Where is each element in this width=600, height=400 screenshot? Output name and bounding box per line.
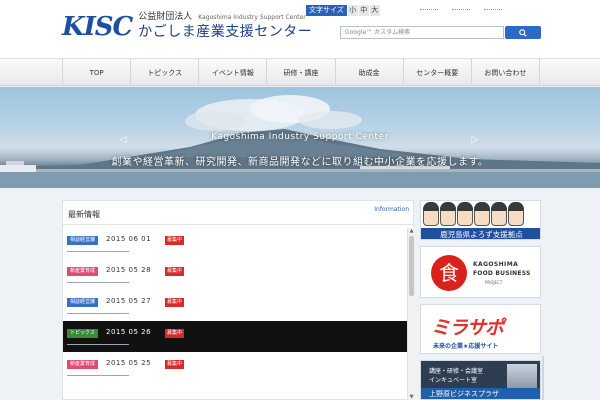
page: KISC 公益財団法人 Kagoshima Industry Support C… bbox=[0, 0, 600, 400]
top-links bbox=[420, 4, 502, 10]
scroll-down-icon[interactable]: ▼ bbox=[408, 394, 415, 400]
font-size-large-button[interactable]: 大 bbox=[369, 5, 380, 16]
search-button[interactable] bbox=[505, 26, 541, 39]
nav-item-grants[interactable]: 助成金 bbox=[334, 59, 403, 86]
news-badge: 募集中 bbox=[165, 267, 185, 276]
hero-title-jp: 創業や経営革新、研究開発、新商品開発などに取り組む中小企業を応援します。 bbox=[111, 157, 489, 168]
sidebar: 鹿児島県よろず支援拠点 食 KAGOSHIMA FOOD BUSINESS PR… bbox=[420, 200, 541, 400]
nav-item-topics[interactable]: トピックス bbox=[130, 59, 198, 86]
global-nav: TOP トピックス イベント情報 研修・講座 助成金 センター概要 お問い合わせ bbox=[0, 58, 600, 86]
news-badge: 募集中 bbox=[165, 298, 185, 307]
news-date: 2015 05 28 bbox=[106, 266, 152, 274]
news-item[interactable]: トピックス 2015 05 26 募集中 bbox=[63, 321, 407, 352]
news-badge: 募集中 bbox=[165, 329, 185, 338]
news-date: 2015 05 26 bbox=[106, 328, 152, 336]
business-plaza-banner[interactable]: 講座・研修・会議室 インキュベート室 上野原ビジネスプラザ bbox=[420, 360, 541, 400]
news-link-line[interactable] bbox=[67, 312, 129, 314]
building-image bbox=[507, 364, 537, 388]
sidebar-scroll-indicator bbox=[542, 356, 544, 400]
yorozu-label: 鹿児島県よろず支援拠点 bbox=[421, 228, 540, 239]
face-icon bbox=[508, 202, 524, 226]
header: KISC 公益財団法人 Kagoshima Industry Support C… bbox=[0, 0, 600, 58]
top-link[interactable] bbox=[452, 4, 470, 10]
plaza-name: 上野原ビジネスプラザ bbox=[421, 388, 540, 399]
scroll-up-icon[interactable]: ▲ bbox=[408, 228, 415, 235]
food-banner-line1: KAGOSHIMA bbox=[473, 261, 519, 268]
news-item[interactable]: 新産業育成 2015 05 28 募集中 bbox=[63, 259, 407, 290]
news-item[interactable]: 相談経営課 2015 06 01 募集中 bbox=[63, 228, 407, 259]
plaza-line2: インキュベート室 bbox=[429, 377, 478, 384]
logo-text: 公益財団法人 Kagoshima Industry Support Center… bbox=[138, 12, 312, 41]
face-icon bbox=[457, 202, 473, 226]
news-category: 相談経営課 bbox=[67, 298, 99, 307]
news-link-line[interactable] bbox=[67, 374, 129, 376]
nav-item-about[interactable]: センター概要 bbox=[402, 59, 471, 86]
staff-faces-illustration bbox=[423, 202, 524, 228]
font-size-switcher: 文字サイズ 小 中 大 bbox=[306, 5, 380, 16]
news-list: 相談経営課 2015 06 01 募集中 新産業育成 2015 05 28 募集… bbox=[63, 228, 407, 400]
mirasapo-subtitle: 未来の企業★応援サイト bbox=[433, 343, 499, 350]
news-item[interactable]: 相談経営課 2015 05 27 募集中 bbox=[63, 290, 407, 321]
news-scrollbar[interactable]: ▲ ▼ bbox=[407, 228, 414, 400]
news-link-line[interactable] bbox=[67, 343, 129, 345]
news-badge: 募集中 bbox=[165, 360, 185, 369]
face-icon bbox=[474, 202, 490, 226]
nav-item-contact[interactable]: お問い合わせ bbox=[470, 59, 540, 86]
top-link[interactable] bbox=[484, 4, 502, 10]
face-icon bbox=[491, 202, 507, 226]
food-logo-icon: 食 bbox=[431, 255, 467, 291]
face-icon bbox=[423, 202, 439, 226]
nav-item-top[interactable]: TOP bbox=[62, 59, 130, 86]
hero-banner: ◁ ▷ Kagoshima Industry Support Center 創業… bbox=[0, 87, 600, 188]
food-business-banner[interactable]: 食 KAGOSHIMA FOOD BUSINESS PROJECT bbox=[420, 246, 541, 298]
nav-item-events[interactable]: イベント情報 bbox=[198, 59, 266, 86]
nav-list: TOP トピックス イベント情報 研修・講座 助成金 センター概要 お問い合わせ bbox=[62, 59, 540, 86]
logo-jp: かごしま産業支援センター bbox=[138, 24, 313, 40]
site-logo[interactable]: KISC 公益財団法人 Kagoshima Industry Support C… bbox=[62, 12, 312, 46]
plaza-line1: 講座・研修・会議室 bbox=[429, 368, 484, 375]
news-panel: 最新情報 Information 相談経営課 2015 06 01 募集中 新産… bbox=[62, 200, 415, 400]
scroll-thumb[interactable] bbox=[409, 236, 414, 296]
font-size-label: 文字サイズ bbox=[306, 5, 347, 16]
top-link[interactable] bbox=[420, 4, 438, 10]
nav-item-training[interactable]: 研修・講座 bbox=[266, 59, 334, 86]
food-banner-line2: FOOD BUSINESS bbox=[473, 270, 531, 277]
hero-title-en: Kagoshima Industry Support Center bbox=[211, 132, 389, 142]
news-date: 2015 06 01 bbox=[106, 235, 152, 243]
news-category: 新産業育成 bbox=[67, 267, 99, 276]
news-category: 新産業育成 bbox=[67, 360, 99, 369]
logo-mark: KISC bbox=[62, 12, 133, 42]
search-input[interactable]: Google™ カスタム検索 bbox=[340, 26, 504, 39]
font-size-small-button[interactable]: 小 bbox=[347, 5, 358, 16]
font-size-medium-button[interactable]: 中 bbox=[358, 5, 369, 16]
news-badge: 募集中 bbox=[165, 236, 185, 245]
logo-corp: 公益財団法人 bbox=[138, 12, 193, 22]
mirasapo-title: ミラサポ bbox=[431, 317, 504, 339]
news-link-line[interactable] bbox=[67, 250, 129, 252]
news-title: 最新情報 bbox=[68, 210, 100, 219]
logo-sub: 公益財団法人 Kagoshima Industry Support Center bbox=[138, 12, 312, 23]
news-category: トピックス bbox=[67, 329, 98, 338]
mirasapo-banner[interactable]: ミラサポ 未来の企業★応援サイト bbox=[420, 304, 541, 354]
face-icon bbox=[440, 202, 456, 226]
yorozu-banner[interactable]: 鹿児島県よろず支援拠点 bbox=[420, 200, 541, 240]
news-link-line[interactable] bbox=[67, 281, 129, 283]
news-more-link[interactable]: Information bbox=[374, 206, 409, 213]
news-item[interactable]: 新産業育成 2015 05 25 募集中 bbox=[63, 352, 407, 383]
logo-en: Kagoshima Industry Support Center bbox=[198, 14, 306, 21]
news-date: 2015 05 27 bbox=[106, 297, 152, 305]
news-category: 相談経営課 bbox=[67, 236, 99, 245]
search-icon bbox=[519, 28, 527, 37]
food-banner-line3: PROJECT bbox=[485, 280, 503, 285]
news-date: 2015 05 25 bbox=[106, 359, 152, 367]
news-header: 最新情報 Information bbox=[63, 201, 415, 225]
